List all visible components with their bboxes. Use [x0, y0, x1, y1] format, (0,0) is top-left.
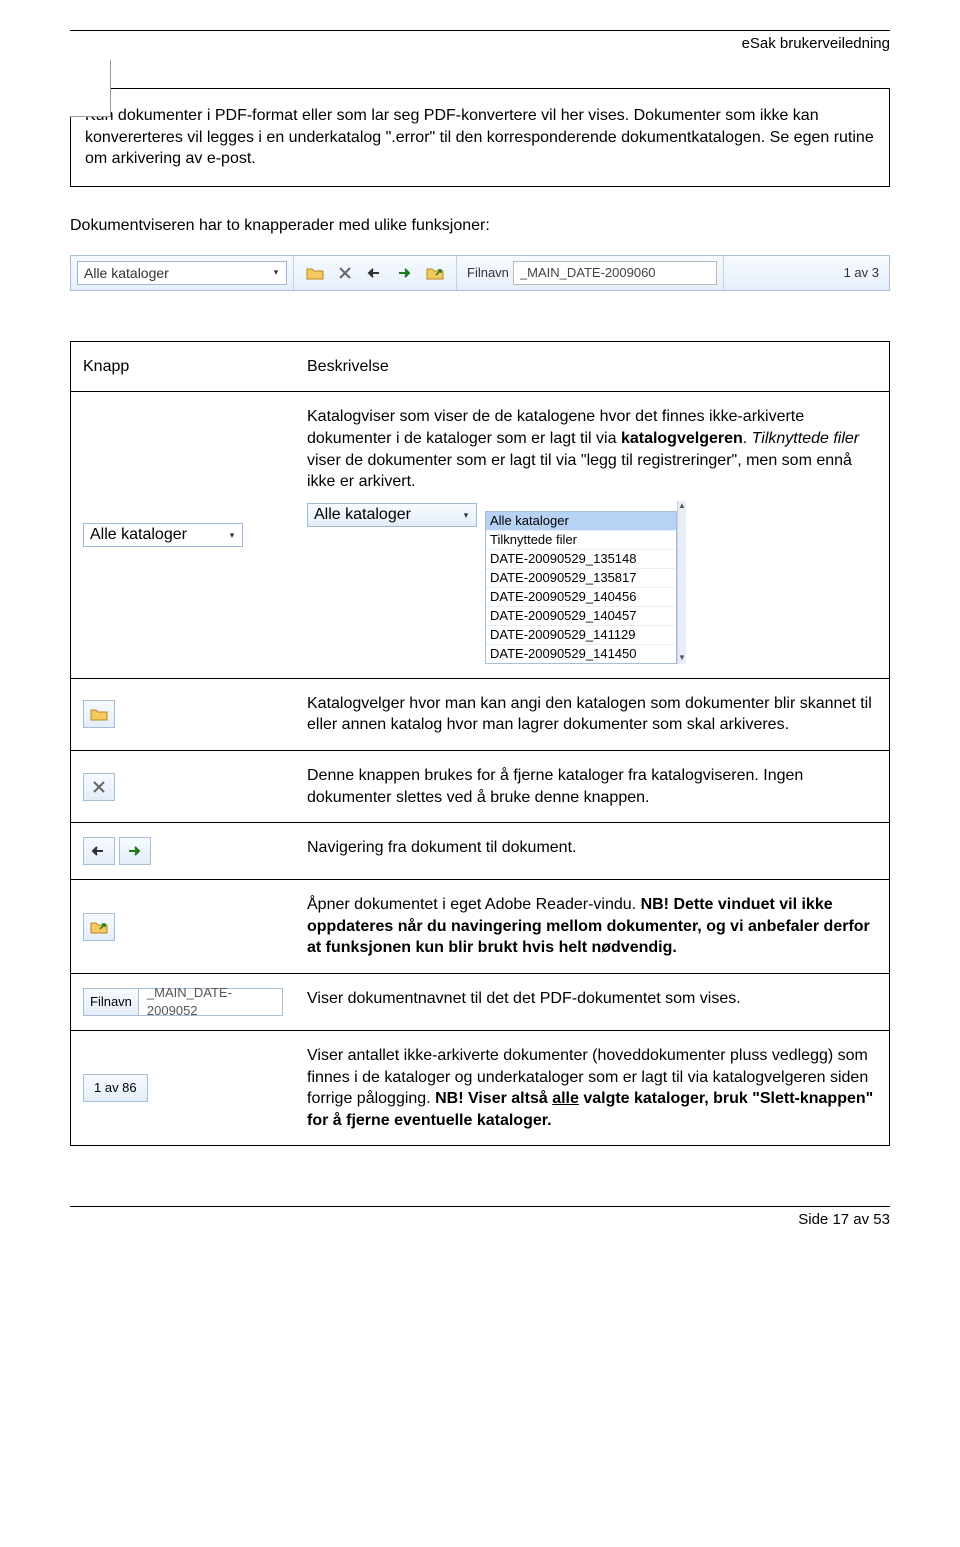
row6-desc: Viser dokumentnavnet til det det PDF-dok…: [295, 973, 890, 1030]
page-number: Side 17 av 53: [70, 1211, 890, 1228]
open-external-button-sample[interactable]: [83, 913, 115, 941]
col-beskrivelse: Beskrivelse: [295, 341, 890, 392]
scrollbar[interactable]: ▲▼: [677, 501, 686, 664]
chevron-down-icon: ▾: [458, 507, 474, 523]
col-knapp: Knapp: [71, 341, 296, 392]
row7-desc: Viser antallet ikke-arkiverte dokumenter…: [295, 1030, 890, 1145]
list-item[interactable]: DATE-20090529_141450: [486, 645, 676, 663]
catalog-dropdown-label: Alle kataloger: [84, 265, 169, 281]
delete-button[interactable]: [331, 260, 359, 286]
delete-button-sample[interactable]: [83, 773, 115, 801]
row2-desc: Katalogvelger hvor man kan angi den kata…: [295, 678, 890, 750]
x-icon: [338, 266, 352, 280]
filnavn-sample-label: Filnavn: [84, 993, 138, 1011]
arrow-left-icon: [91, 845, 107, 857]
row4-desc: Navigering fra dokument til dokument.: [295, 823, 890, 880]
footer: Side 17 av 53: [70, 1206, 890, 1228]
open-window-icon: [426, 266, 444, 280]
list-item[interactable]: DATE-20090529_140457: [486, 607, 676, 626]
catalog-dropdown-sample[interactable]: Alle kataloger ▾: [83, 523, 243, 547]
list-item[interactable]: Tilknyttede filer: [486, 531, 676, 550]
row3-desc: Denne knappen brukes for å fjerne katalo…: [295, 750, 890, 822]
row5-desc: Åpner dokumentet i eget Adobe Reader-vin…: [295, 880, 890, 974]
list-item[interactable]: DATE-20090529_135148: [486, 550, 676, 569]
catalog-dropdown-expanded-top[interactable]: Alle kataloger ▾: [307, 503, 477, 527]
prev-button-sample[interactable]: [83, 837, 115, 865]
folder-button[interactable]: [301, 260, 329, 286]
tab-stub-decor: [70, 60, 111, 117]
open-window-icon: [90, 920, 108, 934]
list-item[interactable]: DATE-20090529_140456: [486, 588, 676, 607]
folder-button-sample[interactable]: [83, 700, 115, 728]
list-item[interactable]: Alle kataloger: [486, 512, 676, 531]
next-button[interactable]: [391, 260, 419, 286]
arrow-left-icon: [367, 267, 383, 279]
intro-text: Dokumentviseren har to knapperader med u…: [70, 217, 890, 235]
filnavn-input[interactable]: [514, 262, 716, 284]
catalog-dropdown-sample-label: Alle kataloger: [90, 524, 187, 546]
next-button-sample[interactable]: [119, 837, 151, 865]
row1-icon: Alle kataloger ▾: [71, 392, 296, 678]
chevron-down-icon: ▾: [224, 527, 240, 543]
filnavn-label: Filnavn: [463, 265, 513, 280]
arrow-right-icon: [397, 267, 413, 279]
catalog-dropdown-expanded-top-label: Alle kataloger: [314, 504, 411, 526]
button-description-table: Knapp Beskrivelse Alle kataloger ▾ Katal…: [70, 341, 890, 1147]
arrow-right-icon: [127, 845, 143, 857]
filnavn-field[interactable]: [513, 261, 717, 285]
folder-icon: [306, 266, 324, 280]
open-external-button[interactable]: [421, 260, 449, 286]
count-sample: 1 av 86: [83, 1074, 148, 1102]
x-icon: [92, 780, 106, 794]
filnavn-sample-value: _MAIN_DATE-2009052: [138, 989, 282, 1015]
list-item[interactable]: DATE-20090529_141129: [486, 626, 676, 645]
filnavn-sample: Filnavn _MAIN_DATE-2009052: [83, 988, 283, 1016]
folder-icon: [90, 707, 108, 721]
chevron-down-icon: ▾: [268, 265, 284, 281]
list-item[interactable]: DATE-20090529_135817: [486, 569, 676, 588]
row1-desc: Katalogviser som viser de de katalogene …: [295, 392, 890, 678]
toolbar: Alle kataloger ▾: [70, 255, 890, 291]
info-box: Kun dokumenter i PDF-format eller som la…: [70, 88, 890, 187]
catalog-listbox[interactable]: Alle kataloger Tilknyttede filer DATE-20…: [485, 511, 677, 664]
prev-button[interactable]: [361, 260, 389, 286]
catalog-dropdown[interactable]: Alle kataloger ▾: [77, 261, 287, 285]
doc-count: 1 av 3: [840, 265, 883, 280]
header-title: eSak brukerveiledning: [70, 35, 890, 52]
